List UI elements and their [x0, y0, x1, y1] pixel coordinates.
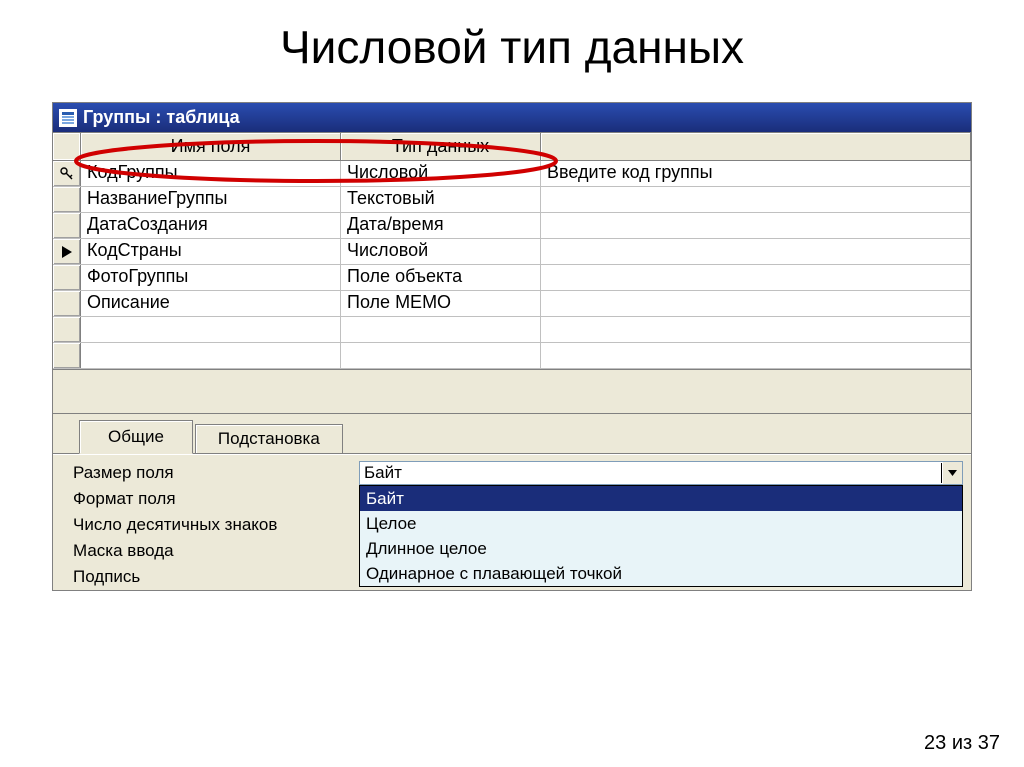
header-description[interactable]: [541, 133, 971, 160]
property-label: Формат поля: [69, 489, 359, 509]
cell-description[interactable]: [541, 213, 971, 238]
chevron-down-icon: [948, 470, 957, 476]
window-title: Группы : таблица: [83, 107, 240, 128]
cell-field-name[interactable]: КодСтраны: [81, 239, 341, 264]
design-grid: Имя поля Тип данных КодГруппыЧисловойВве…: [53, 132, 971, 369]
window-titlebar: Группы : таблица: [53, 103, 971, 132]
row-selector[interactable]: [53, 317, 81, 342]
cell-description[interactable]: Введите код группы: [541, 161, 971, 186]
cell-data-type[interactable]: Числовой: [341, 161, 541, 186]
current-row-icon: [62, 246, 72, 258]
row-selector[interactable]: [53, 161, 81, 186]
access-window: Группы : таблица Имя поля Тип данных Код…: [52, 102, 972, 591]
row-selector[interactable]: [53, 343, 81, 368]
property-value[interactable]: БайтБайтЦелоеДлинное целоеОдинарное с пл…: [359, 461, 963, 485]
tab-lookup[interactable]: Подстановка: [195, 424, 343, 453]
slide-page-number: 23 из 37: [924, 732, 1000, 755]
primary-key-icon: [60, 167, 74, 181]
header-field-name[interactable]: Имя поля: [81, 133, 341, 160]
grid-header-row: Имя поля Тип данных: [53, 133, 971, 161]
row-selector-header: [53, 133, 81, 160]
tab-general[interactable]: Общие: [79, 420, 193, 454]
cell-data-type[interactable]: [341, 343, 541, 368]
table-row[interactable]: ДатаСозданияДата/время: [53, 213, 971, 239]
table-row[interactable]: НазваниеГруппыТекстовый: [53, 187, 971, 213]
row-selector[interactable]: [53, 239, 81, 264]
cell-data-type[interactable]: [341, 317, 541, 342]
table-row[interactable]: ФотоГруппыПоле объекта: [53, 265, 971, 291]
table-row[interactable]: КодСтраныЧисловой: [53, 239, 971, 265]
header-data-type[interactable]: Тип данных: [341, 133, 541, 160]
dropdown-option[interactable]: Длинное целое: [360, 536, 962, 561]
row-selector[interactable]: [53, 265, 81, 290]
field-size-combo[interactable]: Байт: [359, 461, 963, 485]
table-row[interactable]: ОписаниеПоле МЕМО: [53, 291, 971, 317]
cell-field-name[interactable]: ДатаСоздания: [81, 213, 341, 238]
field-size-dropdown: БайтЦелоеДлинное целоеОдинарное с плаваю…: [359, 485, 963, 587]
dropdown-option[interactable]: Одинарное с плавающей точкой: [360, 561, 962, 586]
cell-description[interactable]: [541, 317, 971, 342]
row-selector[interactable]: [53, 187, 81, 212]
cell-field-name[interactable]: [81, 343, 341, 368]
table-row[interactable]: [53, 317, 971, 343]
cell-data-type[interactable]: Числовой: [341, 239, 541, 264]
property-label: Размер поля: [69, 463, 359, 483]
cell-field-name[interactable]: Описание: [81, 291, 341, 316]
property-label: Подпись: [69, 567, 359, 587]
property-label: Число десятичных знаков: [69, 515, 359, 535]
slide-title: Числовой тип данных: [10, 20, 1014, 74]
field-size-value[interactable]: Байт: [360, 463, 942, 483]
cell-field-name[interactable]: НазваниеГруппы: [81, 187, 341, 212]
dropdown-button[interactable]: [942, 462, 962, 484]
cell-field-name[interactable]: КодГруппы: [81, 161, 341, 186]
cell-description[interactable]: [541, 343, 971, 368]
cell-data-type[interactable]: Дата/время: [341, 213, 541, 238]
table-row[interactable]: [53, 343, 971, 369]
cell-description[interactable]: [541, 291, 971, 316]
property-row: Размер поляБайтБайтЦелоеДлинное целоеОди…: [69, 460, 963, 486]
cell-description[interactable]: [541, 187, 971, 212]
row-selector[interactable]: [53, 213, 81, 238]
row-selector[interactable]: [53, 291, 81, 316]
cell-description[interactable]: [541, 239, 971, 264]
cell-field-name[interactable]: ФотоГруппы: [81, 265, 341, 290]
cell-data-type[interactable]: Текстовый: [341, 187, 541, 212]
property-label: Маска ввода: [69, 541, 359, 561]
cell-description[interactable]: [541, 265, 971, 290]
properties-tabs: Общие Подстановка: [53, 414, 971, 453]
table-row[interactable]: КодГруппыЧисловойВведите код группы: [53, 161, 971, 187]
table-icon: [59, 109, 77, 127]
tab-general-content: Размер поляБайтБайтЦелоеДлинное целоеОди…: [53, 453, 971, 590]
cell-data-type[interactable]: Поле объекта: [341, 265, 541, 290]
pane-spacer: [53, 369, 971, 413]
cell-data-type[interactable]: Поле МЕМО: [341, 291, 541, 316]
field-properties-pane: Общие Подстановка Размер поляБайтБайтЦел…: [53, 413, 971, 590]
dropdown-option[interactable]: Байт: [360, 486, 962, 511]
cell-field-name[interactable]: [81, 317, 341, 342]
dropdown-option[interactable]: Целое: [360, 511, 962, 536]
